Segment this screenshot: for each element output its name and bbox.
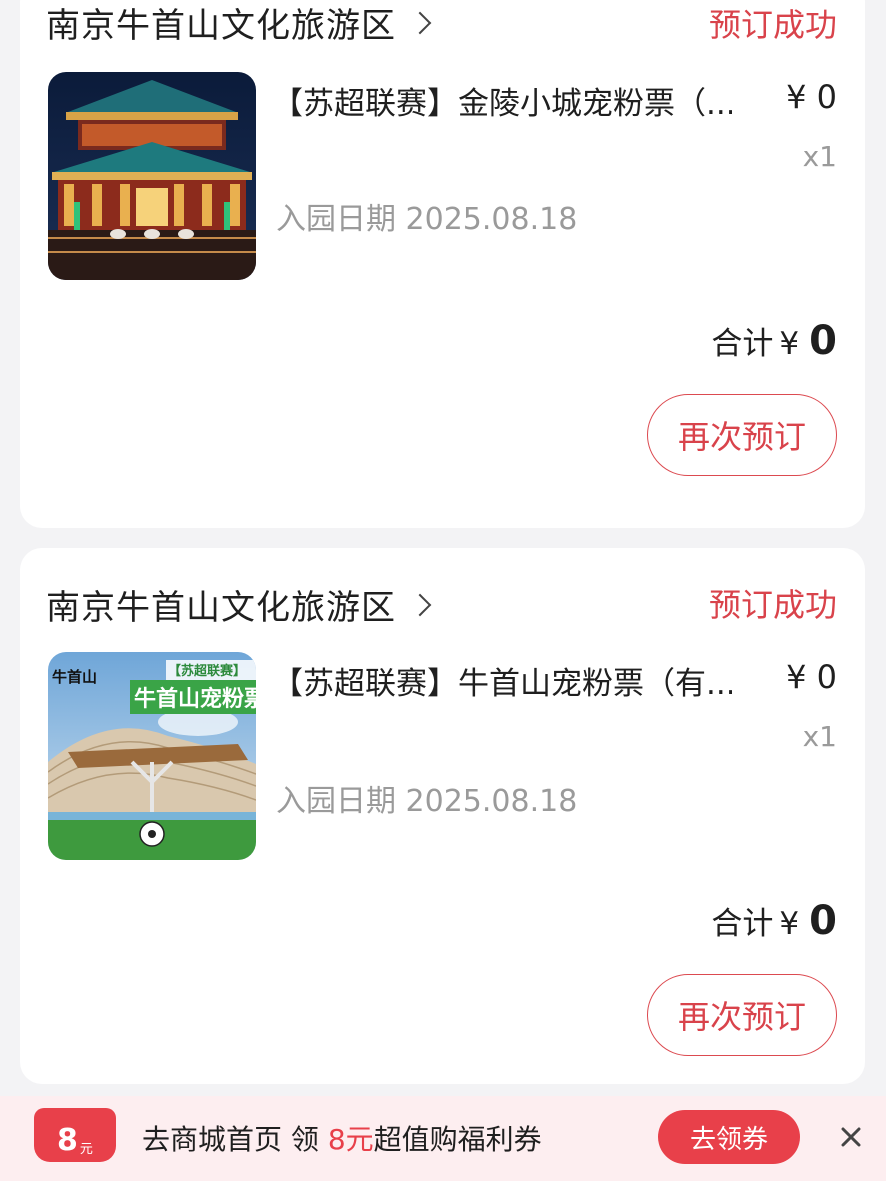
image-tag-text: 【苏超联赛】 <box>168 663 246 679</box>
product-image[interactable] <box>48 72 256 280</box>
order-status: 预订成功 <box>708 586 837 624</box>
total-amount: 0 <box>809 318 837 364</box>
order-status: 预订成功 <box>708 6 837 44</box>
order-card-2[interactable]: 南京牛首山文化旅游区 预订成功 牛首山 【苏超联赛】 牛首山宠粉票 【苏超联赛】… <box>20 548 865 1084</box>
order-card-1[interactable]: 南京牛首山文化旅游区 预订成功 【苏超联赛】金陵小城宠粉票（... ¥ 0 x1… <box>20 0 865 528</box>
promo-text-before: 去商城首页 领 <box>142 1123 319 1156</box>
unit-price: ¥ 0 <box>786 658 837 696</box>
shop-name: 南京牛首山文化旅游区 <box>46 588 396 628</box>
product-title[interactable]: 【苏超联赛】牛首山宠粉票（有... <box>272 658 732 703</box>
product-image[interactable]: 牛首山 【苏超联赛】 牛首山宠粉票 <box>48 652 256 860</box>
entry-date: 入园日期 2025.08.18 <box>276 784 578 819</box>
shop-name: 南京牛首山文化旅游区 <box>46 6 396 46</box>
promo-text-highlight: 8元 <box>327 1123 374 1156</box>
entry-date: 入园日期 2025.08.18 <box>276 202 578 237</box>
image-banner-text: 牛首山宠粉票 <box>134 686 256 712</box>
shop-link[interactable]: 南京牛首山文化旅游区 <box>46 0 432 47</box>
total-label: 合计 <box>711 906 774 942</box>
order-total: 合计 ¥ 0 <box>711 898 837 944</box>
coupon-value: 8 <box>57 1123 78 1158</box>
stadium-image: 牛首山 【苏超联赛】 牛首山宠粉票 <box>48 652 256 860</box>
rebook-button[interactable]: 再次预订 <box>647 394 837 476</box>
claim-coupon-button[interactable]: 去领券 <box>658 1110 800 1164</box>
quantity: x1 <box>802 140 837 173</box>
total-currency: ¥ <box>779 326 800 362</box>
coupon-unit: 元 <box>79 1142 93 1157</box>
product-title[interactable]: 【苏超联赛】金陵小城宠粉票（... <box>272 78 732 123</box>
total-amount: 0 <box>809 898 837 944</box>
quantity: x1 <box>802 720 837 753</box>
total-currency: ¥ <box>779 906 800 942</box>
image-logo-text: 牛首山 <box>52 668 97 686</box>
coupon-icon: 8 元 <box>34 1108 116 1172</box>
close-icon[interactable] <box>836 1122 866 1152</box>
unit-price: ¥ 0 <box>786 78 837 116</box>
promo-bar[interactable]: 8 元 去商城首页 领 8元超值购福利券 去领券 <box>0 1096 886 1181</box>
order-total: 合计 ¥ 0 <box>711 318 837 364</box>
shop-link[interactable]: 南京牛首山文化旅游区 <box>46 580 432 629</box>
total-label: 合计 <box>711 326 774 362</box>
palace-night-image <box>48 72 256 280</box>
promo-text-after: 超值购福利券 <box>373 1123 542 1156</box>
promo-text: 去商城首页 领 8元超值购福利券 <box>142 1118 542 1158</box>
rebook-button[interactable]: 再次预订 <box>647 974 837 1056</box>
chevron-right-icon <box>408 11 432 34</box>
chevron-right-icon <box>408 593 432 616</box>
